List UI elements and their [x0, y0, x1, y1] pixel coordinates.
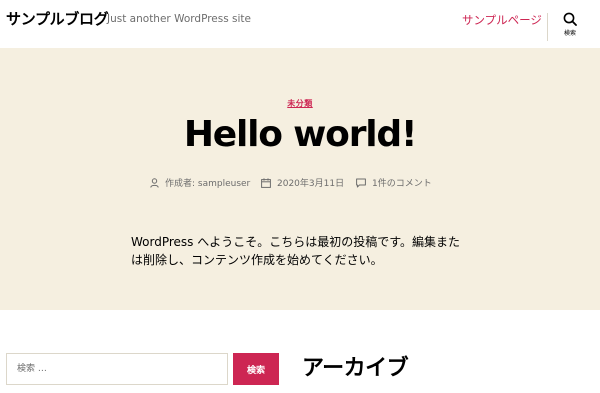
site-title[interactable]: サンプルブログ [6, 8, 109, 29]
post-date: 2020年3月11日 [261, 176, 344, 189]
site-tagline: Just another WordPress site [107, 13, 252, 25]
search-toggle-label: 検索 [563, 30, 576, 37]
date-link[interactable]: 2020年3月11日 [277, 176, 344, 189]
site-header: サンプルブログ Just another WordPress site サンプル… [0, 0, 600, 48]
search-toggle-button[interactable]: 検索 [556, 12, 584, 42]
post-category: 未分類 [0, 91, 600, 110]
comment-icon [356, 178, 366, 187]
archive-widget-title: アーカイブ [302, 356, 409, 381]
post-comments: 1件のコメント [356, 176, 432, 189]
search-icon [563, 12, 577, 26]
nav-divider [547, 13, 548, 41]
user-icon [150, 177, 159, 188]
nav-link-sample-page[interactable]: サンプルページ [462, 12, 542, 28]
post-header: 未分類 Hello world! 作成者: sampleuser 2020年3月… [0, 48, 600, 310]
category-link[interactable]: 未分類 [287, 99, 313, 108]
post-author: 作成者: sampleuser [150, 176, 250, 189]
widget-area: 検索 アーカイブ [0, 310, 600, 393]
search-input[interactable] [6, 353, 228, 385]
post-title[interactable]: Hello world! [0, 114, 600, 155]
comments-link[interactable]: 1件のコメント [372, 176, 432, 189]
search-submit-button[interactable]: 検索 [233, 353, 279, 385]
author-link[interactable]: 作成者: sampleuser [165, 176, 250, 189]
post-content: WordPress へようこそ。こちらは最初の投稿です。編集または削除し、コンテ… [131, 235, 461, 267]
calendar-icon [261, 177, 271, 188]
